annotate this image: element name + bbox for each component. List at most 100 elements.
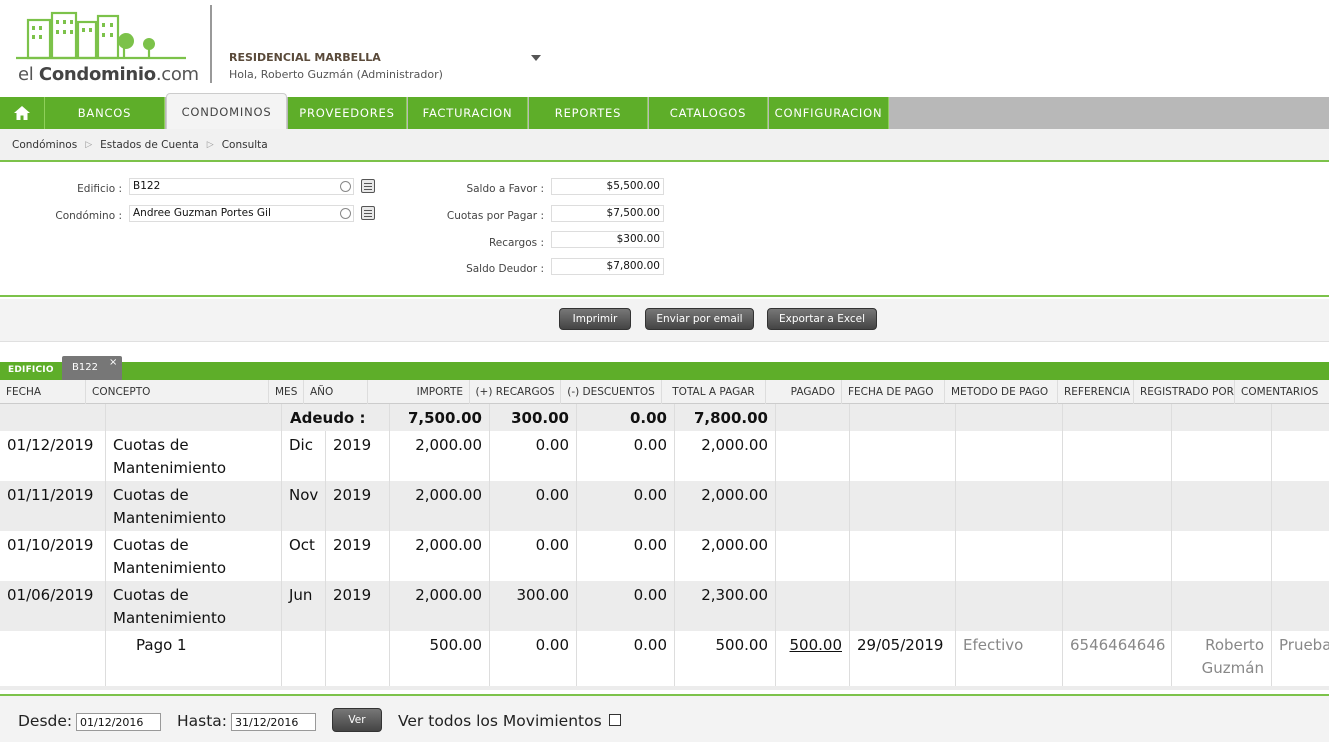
col-total[interactable]: TOTAL A PAGAR (662, 380, 766, 404)
empty-cell (776, 531, 850, 581)
col-mes[interactable]: MES (269, 380, 304, 404)
table-row[interactable]: 01/12/2019 Cuotas de Mantenimiento Dic 2… (0, 431, 1329, 481)
cell-pagado-link[interactable]: 500.00 (776, 631, 850, 686)
cell-recargos: 0.00 (490, 431, 577, 481)
cell-mes: Jun (282, 581, 326, 631)
table-row[interactable]: 01/11/2019 Cuotas de Mantenimiento Nov 2… (0, 481, 1329, 531)
hasta-input[interactable]: 31/12/2016 (231, 713, 316, 731)
desde-input[interactable]: 01/12/2016 (76, 713, 161, 731)
col-comentarios[interactable]: COMENTARIOS (1235, 380, 1329, 404)
empty-cell (850, 531, 956, 581)
empty-cell (1063, 404, 1172, 431)
col-fecha-pago[interactable]: FECHA DE PAGO (842, 380, 945, 404)
saldo-favor-label: Saldo a Favor : (466, 183, 544, 195)
cell-total: 500.00 (675, 631, 776, 686)
export-excel-button[interactable]: Exportar a Excel (767, 308, 877, 330)
cell-recargos: 0.00 (490, 481, 577, 531)
empty-cell (850, 581, 956, 631)
nav-catalogos[interactable]: CATALOGOS (649, 97, 768, 129)
table-row (0, 686, 1329, 690)
col-registrado[interactable]: REGISTRADO POR (1134, 380, 1235, 404)
col-pagado[interactable]: PAGADO (766, 380, 842, 404)
action-bar: Imprimir Enviar por email Exportar a Exc… (0, 299, 1329, 342)
cell-fecha: 01/06/2019 (0, 581, 106, 631)
table-row[interactable]: 01/06/2019 Cuotas de Mantenimiento Jun 2… (0, 581, 1329, 631)
table-row[interactable]: 01/10/2019 Cuotas de Mantenimiento Oct 2… (0, 531, 1329, 581)
clear-icon[interactable] (340, 181, 351, 192)
catalog-icon[interactable] (361, 206, 375, 220)
adeudo-recargos: 300.00 (490, 404, 577, 431)
cell-mes: Dic (282, 431, 326, 481)
breadcrumb-item-consulta: Consulta (221, 138, 268, 151)
col-referencia[interactable]: REFERENCIA (1058, 380, 1134, 404)
nav-bancos[interactable]: BANCOS (45, 97, 165, 129)
cell-concepto: Cuotas de Mantenimiento (106, 581, 282, 631)
cell-anio: 2019 (326, 531, 390, 581)
cell-anio: 2019 (326, 481, 390, 531)
cell-descuentos: 0.00 (577, 531, 675, 581)
empty-cell (1272, 581, 1329, 631)
cell-recargos: 300.00 (490, 581, 577, 631)
edificio-input[interactable]: B122 (129, 178, 354, 195)
condomino-input[interactable]: Andree Guzman Portes Gil (129, 205, 354, 222)
cell-metodo: Efectivo (956, 631, 1063, 686)
saldo-favor-value: $5,500.00 (551, 178, 664, 195)
ver-button[interactable]: Ver (332, 708, 382, 732)
cell-recargos: 0.00 (490, 531, 577, 581)
col-anio[interactable]: AÑO (304, 380, 368, 404)
nav-home[interactable] (0, 97, 45, 129)
nav-configuracion[interactable]: CONFIGURACION (769, 97, 889, 129)
breadcrumb-item-condominos[interactable]: Condóminos (12, 139, 77, 151)
empty-cell (0, 404, 106, 431)
cell-fecha: 01/12/2019 (0, 431, 106, 481)
ver-todos-checkbox[interactable] (609, 714, 621, 726)
cell-total: 2,000.00 (675, 481, 776, 531)
empty-cell (776, 431, 850, 481)
clear-icon[interactable] (340, 208, 351, 219)
nav-facturacion[interactable]: FACTURACION (408, 97, 528, 129)
cell-importe: 2,000.00 (390, 531, 490, 581)
empty-cell (1063, 481, 1172, 531)
recargos-value: $300.00 (551, 231, 664, 248)
col-descuentos[interactable]: (-) DESCUENTOS (561, 380, 662, 404)
empty-cell (776, 481, 850, 531)
nav-reportes[interactable]: REPORTES (529, 97, 648, 129)
adeudo-importe: 7,500.00 (390, 404, 490, 431)
close-icon[interactable]: × (109, 357, 117, 368)
email-button[interactable]: Enviar por email (645, 308, 754, 330)
col-metodo[interactable]: METODO DE PAGO (945, 380, 1058, 404)
condominium-name: RESIDENCIAL MARBELLA (229, 51, 381, 64)
tab-label: B122 (72, 362, 98, 373)
chevron-down-icon[interactable] (531, 55, 541, 61)
desde-label: Desde: (18, 712, 73, 730)
cuotas-value: $7,500.00 (551, 205, 664, 222)
page: el Condominio.com RESIDENCIAL MARBELLA H… (0, 0, 1329, 742)
catalog-icon[interactable] (361, 179, 375, 193)
empty-cell (1272, 431, 1329, 481)
col-recargos[interactable]: (+) RECARGOS (470, 380, 561, 404)
cell-total: 2,300.00 (675, 581, 776, 631)
nav-condominos[interactable]: CONDOMINOS (166, 93, 287, 129)
cell-total: 2,000.00 (675, 531, 776, 581)
nav-proveedores[interactable]: PROVEEDORES (288, 97, 407, 129)
empty-cell (956, 581, 1063, 631)
cell-descuentos: 0.00 (577, 431, 675, 481)
empty-cell (1272, 531, 1329, 581)
breadcrumb-item-estados[interactable]: Estados de Cuenta (100, 139, 199, 151)
ver-todos-label: Ver todos los Movimientos (398, 712, 602, 730)
cell-fecha-pago: 29/05/2019 (850, 631, 956, 686)
cell-concepto: Cuotas de Mantenimiento (106, 481, 282, 531)
empty-cell (1063, 531, 1172, 581)
print-button[interactable]: Imprimir (559, 308, 631, 330)
empty-cell (850, 431, 956, 481)
col-importe[interactable]: IMPORTE (368, 380, 470, 404)
tab-b122[interactable]: B122 × (62, 356, 122, 380)
col-fecha[interactable]: FECHA (0, 380, 86, 404)
cuotas-label: Cuotas por Pagar : (446, 210, 544, 222)
empty-cell (106, 404, 282, 431)
main-nav: BANCOS CONDOMINOS PROVEEDORES FACTURACIO… (0, 93, 1329, 129)
col-concepto[interactable]: CONCEPTO (86, 380, 269, 404)
payment-row[interactable]: Pago 1 500.00 0.00 0.00 500.00 500.00 29… (0, 631, 1329, 686)
empty-cell (956, 404, 1063, 431)
cell-anio: 2019 (326, 431, 390, 481)
